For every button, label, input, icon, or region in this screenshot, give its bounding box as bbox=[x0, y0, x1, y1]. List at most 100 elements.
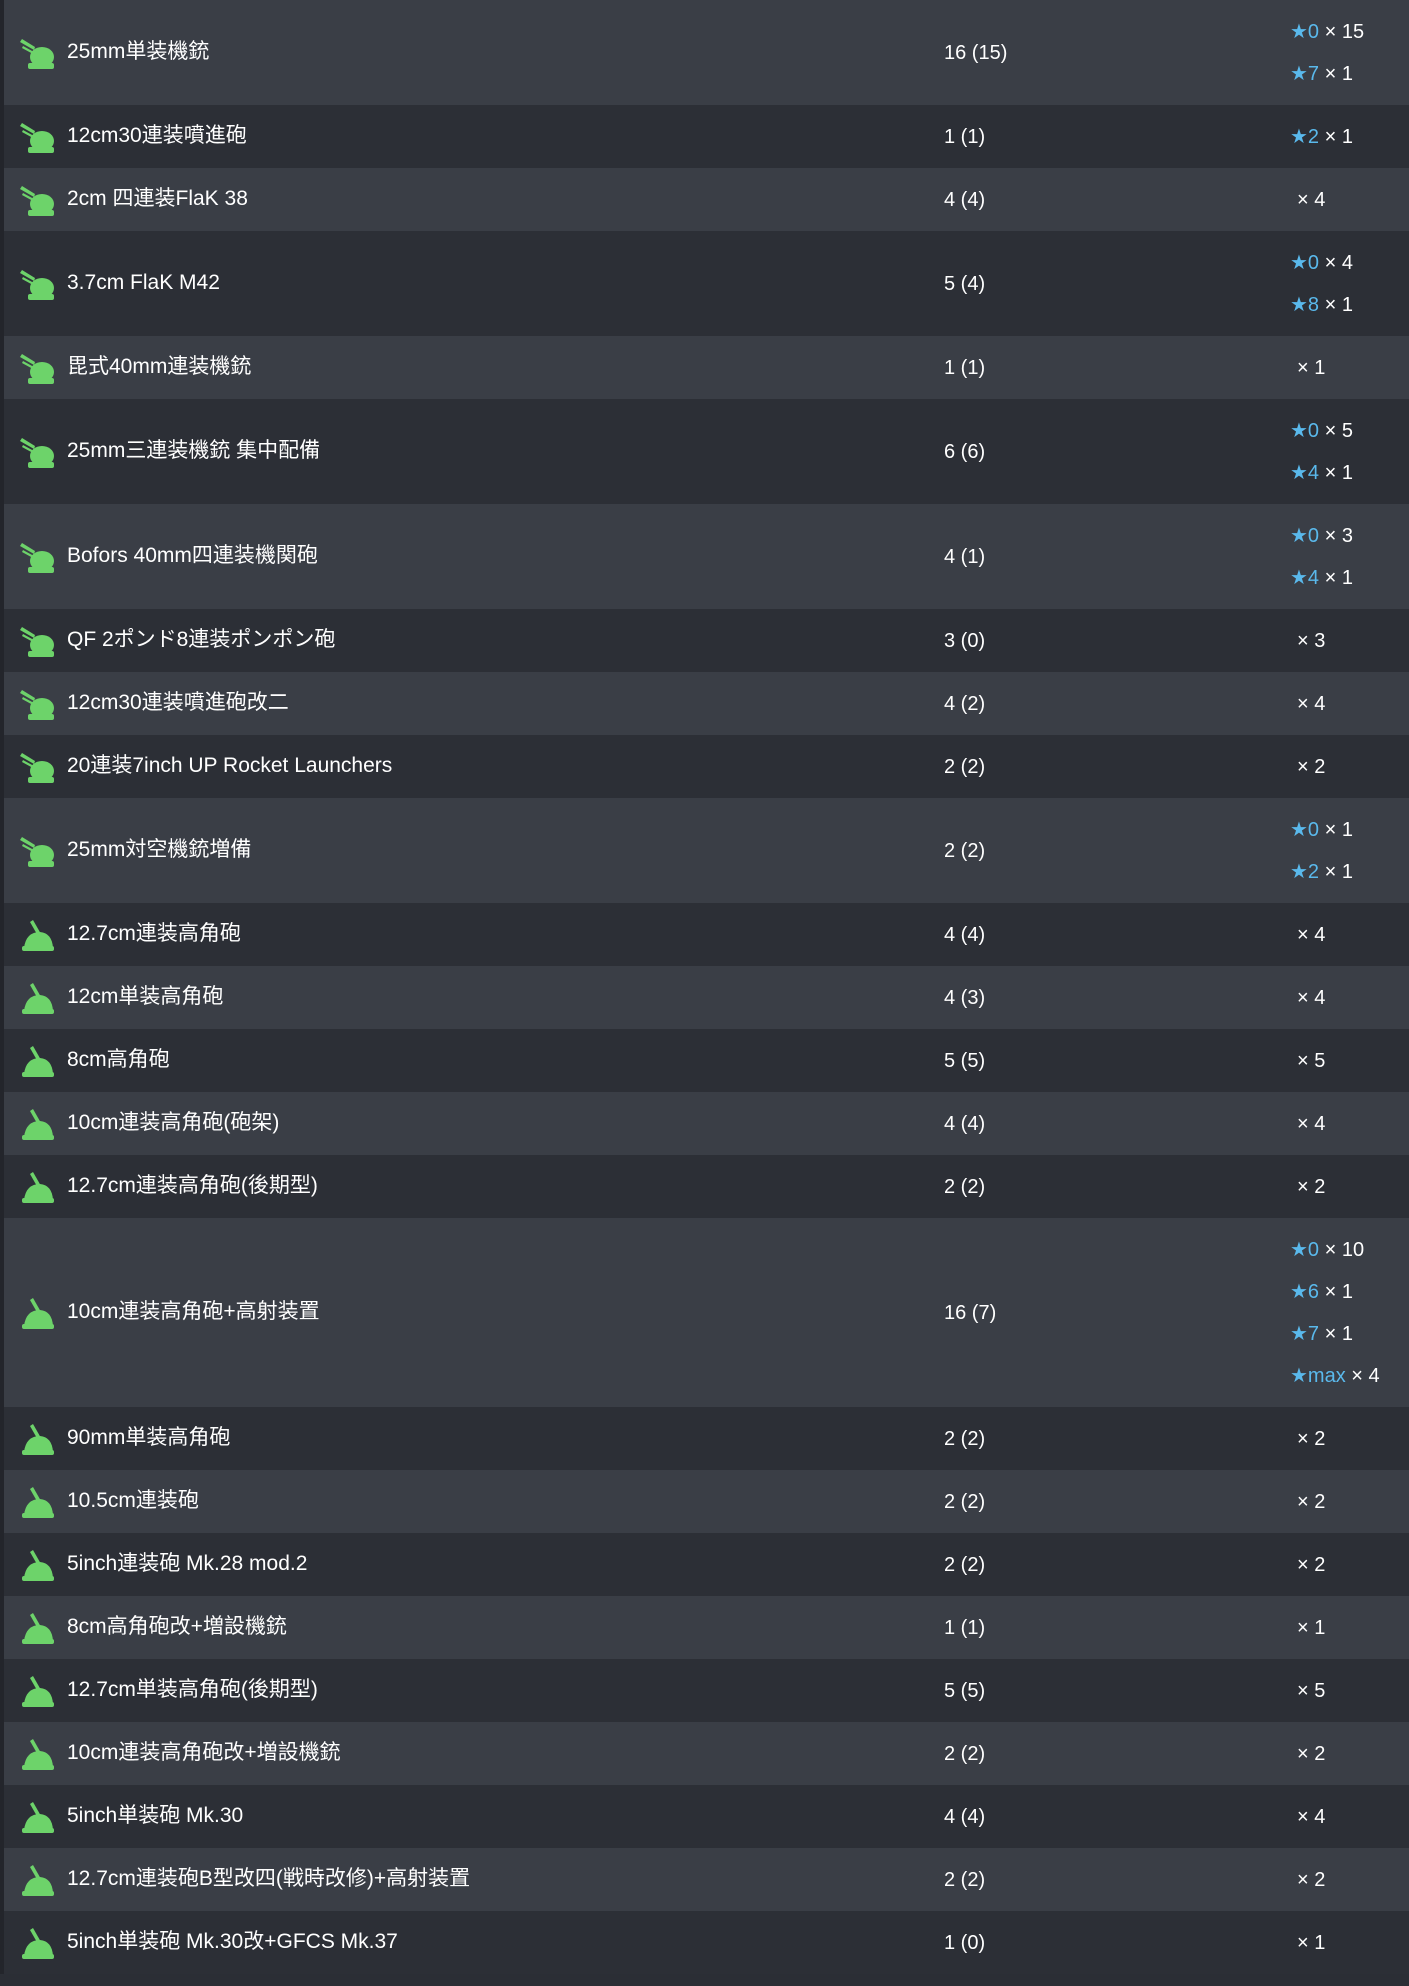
aa-machine-gun-icon bbox=[18, 36, 56, 70]
improvement-line: ★7 × 1 bbox=[1290, 1322, 1353, 1346]
aa-machine-gun-icon bbox=[18, 834, 56, 868]
improvement-quantity: × 1 bbox=[1319, 62, 1353, 85]
improvement-quantity: × 1 bbox=[1319, 293, 1353, 316]
equipment-count: 2 (2) bbox=[944, 839, 986, 862]
equipment-count: 16 (7) bbox=[944, 1301, 997, 1324]
equipment-name: 8cm高角砲 bbox=[67, 1047, 170, 1071]
improvement-line: ★4 × 1 bbox=[1290, 461, 1353, 485]
improvement-line: ★7 × 1 bbox=[1290, 62, 1353, 86]
equipment-count: 3 (0) bbox=[944, 629, 986, 652]
equipment-row: 10cm連装高角砲改+増設機銃 2 (2) × 2 bbox=[0, 1722, 1409, 1785]
improvement-quantity: × 4 bbox=[1297, 1805, 1326, 1828]
improvement-quantity: × 4 bbox=[1297, 986, 1326, 1009]
improvement-quantity: × 3 bbox=[1319, 524, 1353, 547]
equipment-count: 4 (4) bbox=[944, 1805, 986, 1828]
improvement-quantity: × 1 bbox=[1319, 461, 1353, 484]
equipment-name: Bofors 40mm四連装機関砲 bbox=[67, 543, 318, 567]
aa-machine-gun-icon bbox=[18, 267, 56, 301]
high-angle-gun-icon bbox=[18, 1611, 56, 1645]
equipment-row: QF 2ポンド8連装ポンポン砲 3 (0) × 3 bbox=[0, 609, 1409, 672]
high-angle-gun-icon bbox=[18, 1170, 56, 1204]
equipment-count: 2 (2) bbox=[944, 1742, 986, 1765]
improvement-quantity: × 1 bbox=[1319, 566, 1353, 589]
equipment-name: 12cm単装高角砲 bbox=[67, 984, 224, 1008]
improvement-quantity: × 1 bbox=[1319, 1280, 1353, 1303]
equipment-count: 4 (4) bbox=[944, 188, 986, 211]
equipment-row: 10cm連装高角砲(砲架) 4 (4) × 4 bbox=[0, 1092, 1409, 1155]
improvement-line: ★8 × 1 bbox=[1290, 293, 1353, 317]
improvement-line: ★2 × 1 bbox=[1290, 860, 1353, 884]
equipment-name: 90mm単装高角砲 bbox=[67, 1425, 231, 1449]
aa-machine-gun-icon bbox=[18, 750, 56, 784]
equipment-row: 25mm対空機銃増備 2 (2) ★0 × 1 ★2 × 1 bbox=[0, 798, 1409, 903]
high-angle-gun-icon bbox=[18, 1800, 56, 1834]
equipment-row: 8cm高角砲 5 (5) × 5 bbox=[0, 1029, 1409, 1092]
equipment-name: 10cm連装高角砲+高射装置 bbox=[67, 1299, 320, 1323]
improvement-star-level: ★0 bbox=[1290, 20, 1320, 43]
improvement-quantity: × 2 bbox=[1297, 1427, 1326, 1450]
improvement-quantity: × 5 bbox=[1297, 1049, 1326, 1072]
improvement-star-level: ★4 bbox=[1290, 461, 1320, 484]
equipment-name: 10cm連装高角砲改+増設機銃 bbox=[67, 1740, 341, 1764]
equipment-count: 1 (1) bbox=[944, 356, 986, 379]
equipment-row: 10cm連装高角砲+高射装置 16 (7) ★0 × 10 ★6 × 1 ★7 × 1 ★… bbox=[0, 1218, 1409, 1407]
improvement-quantity: × 1 bbox=[1319, 818, 1353, 841]
improvement-line: ★6 × 1 bbox=[1290, 1280, 1353, 1304]
equipment-name: 2cm 四連装FlaK 38 bbox=[67, 186, 248, 210]
high-angle-gun-icon bbox=[18, 1107, 56, 1141]
equipment-count: 16 (15) bbox=[944, 41, 1008, 64]
high-angle-gun-icon bbox=[18, 1485, 56, 1519]
equipment-name: 5inch連装砲 Mk.28 mod.2 bbox=[67, 1551, 308, 1575]
improvement-quantity: × 1 bbox=[1319, 860, 1353, 883]
equipment-row: 10.5cm連装砲 2 (2) × 2 bbox=[0, 1470, 1409, 1533]
equipment-row: 5inch単装砲 Mk.30改+GFCS Mk.37 1 (0) × 1 bbox=[0, 1911, 1409, 1974]
improvement-quantity: × 1 bbox=[1319, 125, 1353, 148]
equipment-row: 12.7cm単装高角砲(後期型) 5 (5) × 5 bbox=[0, 1659, 1409, 1722]
aa-machine-gun-icon bbox=[18, 435, 56, 469]
equipment-row: 12cm単装高角砲 4 (3) × 4 bbox=[0, 966, 1409, 1029]
equipment-name: 12.7cm連装高角砲 bbox=[67, 921, 241, 945]
high-angle-gun-icon bbox=[18, 1863, 56, 1897]
equipment-row: Bofors 40mm四連装機関砲 4 (1) ★0 × 3 ★4 × 1 bbox=[0, 504, 1409, 609]
improvement-line: ★0 × 3 bbox=[1290, 524, 1353, 548]
equipment-table: 25mm単装機銃 16 (15) ★0 × 15 ★7 × 1 12cm30連装噴進砲 1… bbox=[0, 0, 1409, 1974]
equipment-name: 12cm30連装噴進砲 bbox=[67, 123, 247, 147]
equipment-row: 12.7cm連装高角砲 4 (4) × 4 bbox=[0, 903, 1409, 966]
improvement-star-level: ★0 bbox=[1290, 419, 1320, 442]
improvement-quantity: × 1 bbox=[1297, 1931, 1326, 1954]
improvement-line: ★0 × 5 bbox=[1290, 419, 1353, 443]
equipment-count: 5 (5) bbox=[944, 1049, 986, 1072]
improvement-star-level: ★7 bbox=[1290, 1322, 1320, 1345]
high-angle-gun-icon bbox=[18, 1422, 56, 1456]
aa-machine-gun-icon bbox=[18, 624, 56, 658]
improvement-line: ★0 × 1 bbox=[1290, 818, 1353, 842]
improvement-line: ★4 × 1 bbox=[1290, 566, 1353, 590]
equipment-count: 2 (2) bbox=[944, 1427, 986, 1450]
improvement-star-level: ★max bbox=[1290, 1364, 1346, 1387]
improvement-star-level: ★2 bbox=[1290, 125, 1320, 148]
equipment-count: 2 (2) bbox=[944, 755, 986, 778]
improvement-quantity: × 4 bbox=[1297, 923, 1326, 946]
equipment-name: 12cm30連装噴進砲改二 bbox=[67, 690, 289, 714]
improvement-quantity: × 1 bbox=[1297, 1616, 1326, 1639]
improvement-line: ★2 × 1 bbox=[1290, 125, 1353, 149]
equipment-name: 12.7cm連装砲B型改四(戦時改修)+高射装置 bbox=[67, 1866, 471, 1890]
equipment-count: 5 (5) bbox=[944, 1679, 986, 1702]
improvement-quantity: × 4 bbox=[1297, 1112, 1326, 1135]
aa-machine-gun-icon bbox=[18, 351, 56, 385]
improvement-quantity: × 2 bbox=[1297, 1553, 1326, 1576]
equipment-row: 25mm三連装機銃 集中配備 6 (6) ★0 × 5 ★4 × 1 bbox=[0, 399, 1409, 504]
equipment-name: 8cm高角砲改+増設機銃 bbox=[67, 1614, 287, 1638]
equipment-count: 4 (4) bbox=[944, 923, 986, 946]
high-angle-gun-icon bbox=[18, 1296, 56, 1330]
equipment-row: 25mm単装機銃 16 (15) ★0 × 15 ★7 × 1 bbox=[0, 0, 1409, 105]
improvement-quantity: × 5 bbox=[1319, 419, 1353, 442]
high-angle-gun-icon bbox=[18, 1737, 56, 1771]
improvement-star-level: ★0 bbox=[1290, 251, 1320, 274]
improvement-quantity: × 2 bbox=[1297, 1175, 1326, 1198]
aa-machine-gun-icon bbox=[18, 687, 56, 721]
equipment-name: 5inch単装砲 Mk.30 bbox=[67, 1803, 244, 1827]
improvement-star-level: ★6 bbox=[1290, 1280, 1320, 1303]
high-angle-gun-icon bbox=[18, 1926, 56, 1960]
improvement-star-level: ★8 bbox=[1290, 293, 1320, 316]
